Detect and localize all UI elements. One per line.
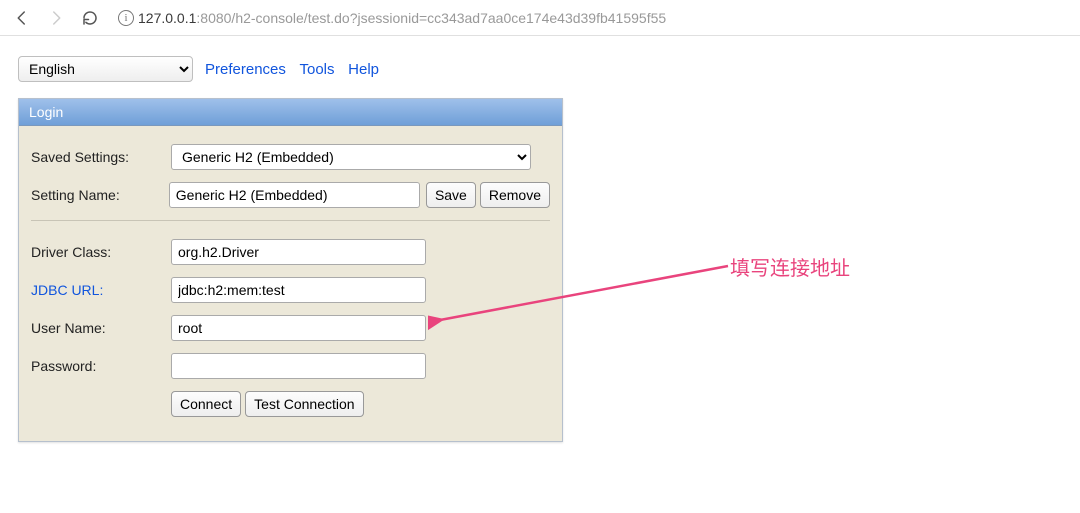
test-connection-button[interactable]: Test Connection — [245, 391, 363, 417]
setting-name-input[interactable] — [169, 182, 420, 208]
setting-name-row: Setting Name: Save Remove — [31, 182, 550, 208]
password-input[interactable] — [171, 353, 426, 379]
page-content: English Preferences Tools Help Login Sav… — [0, 36, 1080, 442]
jdbc-row: JDBC URL: — [31, 277, 550, 303]
preferences-link[interactable]: Preferences — [205, 61, 286, 78]
tools-link[interactable]: Tools — [300, 61, 335, 78]
language-select[interactable]: English — [18, 56, 193, 82]
reload-button[interactable] — [78, 6, 102, 30]
panel-title: Login — [19, 99, 562, 126]
back-button[interactable] — [10, 6, 34, 30]
jdbc-url-input[interactable] — [171, 277, 426, 303]
help-link[interactable]: Help — [348, 61, 379, 78]
url-path: :8080/h2-console/test.do?jsessionid=cc34… — [196, 10, 666, 26]
password-label: Password: — [31, 358, 171, 374]
url-host: 127.0.0.1 — [138, 10, 196, 26]
top-toolbar: English Preferences Tools Help — [18, 56, 1062, 82]
info-icon: i — [118, 10, 134, 26]
separator — [31, 220, 550, 221]
saved-settings-select[interactable]: Generic H2 (Embedded) — [171, 144, 531, 170]
save-button[interactable]: Save — [426, 182, 476, 208]
browser-toolbar: i 127.0.0.1:8080/h2-console/test.do?jses… — [0, 0, 1080, 36]
saved-settings-row: Saved Settings: Generic H2 (Embedded) — [31, 144, 550, 170]
driver-input[interactable] — [171, 239, 426, 265]
user-row: User Name: — [31, 315, 550, 341]
forward-button[interactable] — [44, 6, 68, 30]
user-input[interactable] — [171, 315, 426, 341]
link-bar: Preferences Tools Help — [205, 61, 389, 78]
saved-settings-label: Saved Settings: — [31, 149, 171, 165]
setting-name-label: Setting Name: — [31, 187, 169, 203]
user-label: User Name: — [31, 320, 171, 336]
action-row: Connect Test Connection — [31, 391, 550, 417]
remove-button[interactable]: Remove — [480, 182, 550, 208]
panel-body: Saved Settings: Generic H2 (Embedded) Se… — [19, 126, 562, 441]
address-bar[interactable]: i 127.0.0.1:8080/h2-console/test.do?jses… — [112, 10, 1070, 26]
jdbc-label[interactable]: JDBC URL: — [31, 282, 171, 298]
driver-row: Driver Class: — [31, 239, 550, 265]
password-row: Password: — [31, 353, 550, 379]
login-panel: Login Saved Settings: Generic H2 (Embedd… — [18, 98, 563, 442]
connect-button[interactable]: Connect — [171, 391, 241, 417]
driver-label: Driver Class: — [31, 244, 171, 260]
